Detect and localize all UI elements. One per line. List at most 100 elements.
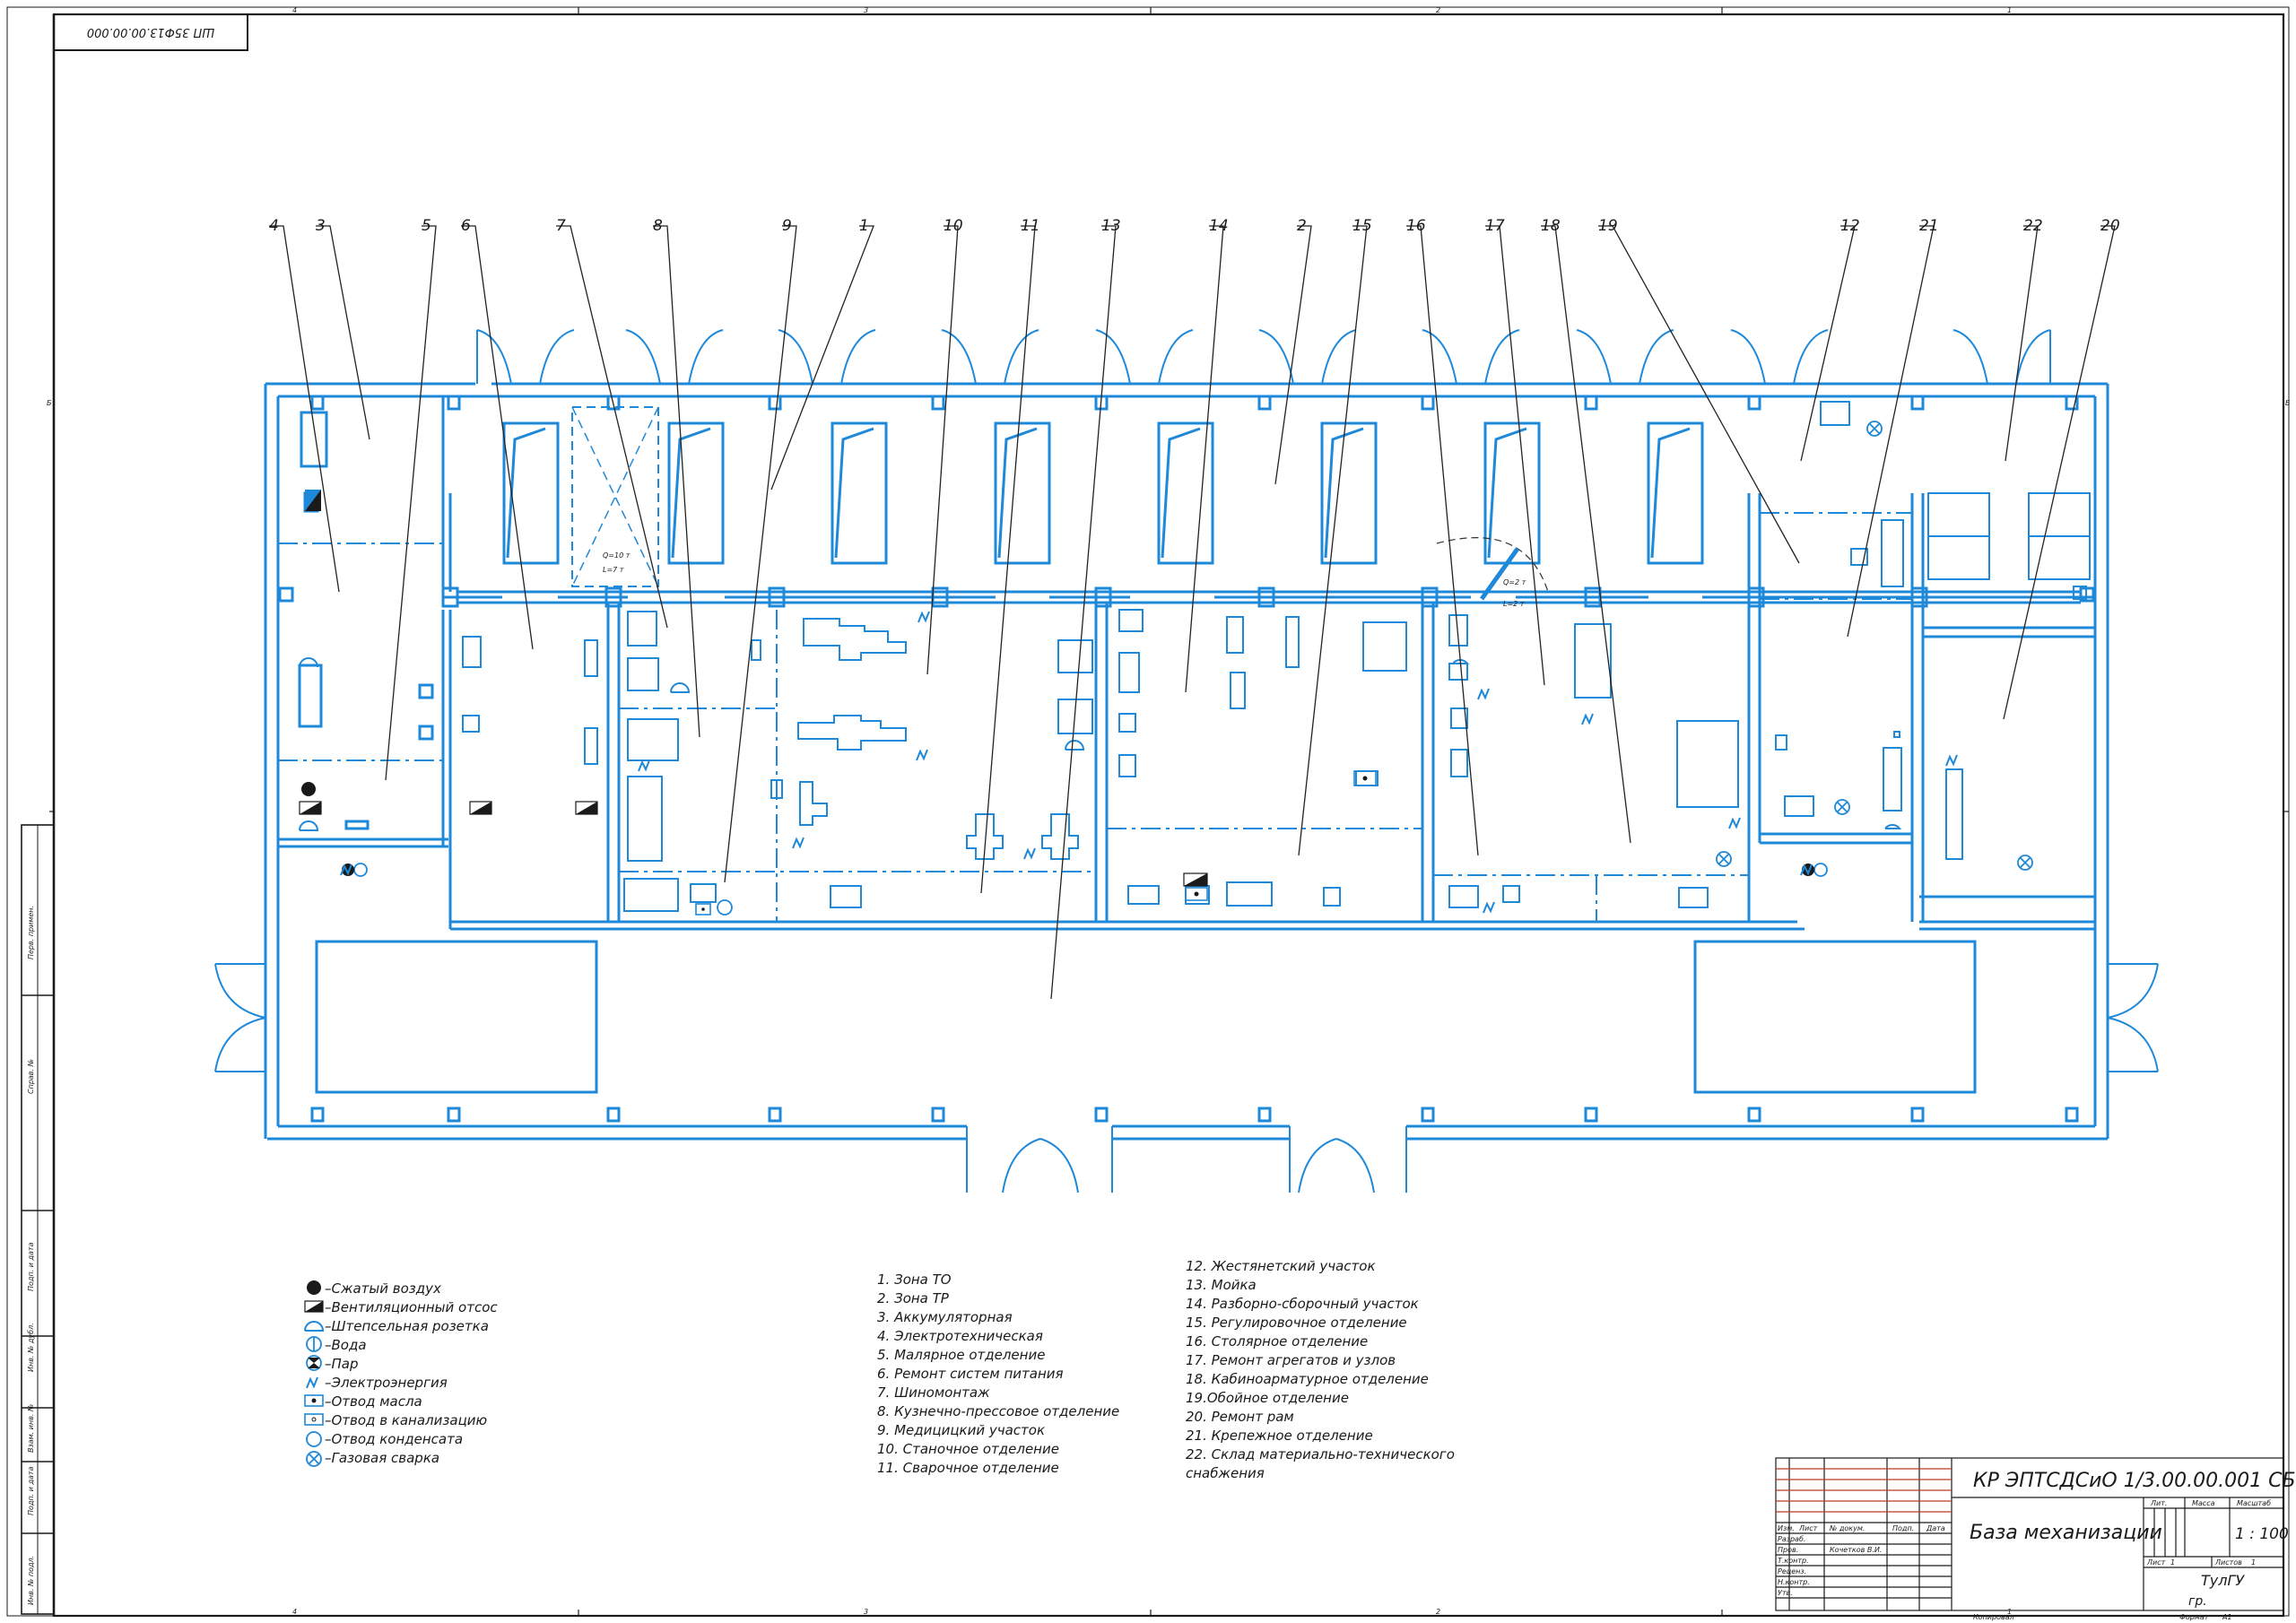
- svg-text:Q=10 т: Q=10 т: [603, 551, 631, 560]
- svg-text:–Сжатый воздух: –Сжатый воздух: [325, 1280, 441, 1297]
- svg-text:4: 4: [292, 1608, 297, 1616]
- svg-text:1. Зона ТО: 1. Зона ТО: [877, 1271, 952, 1288]
- drawing-designation: КР ЭПТСДСиО 1/3.00.00.001 СБ: [1973, 1470, 2296, 1492]
- svg-text:Масштаб: Масштаб: [2237, 1499, 2271, 1507]
- svg-text:Утв.: Утв.: [1778, 1589, 1793, 1597]
- svg-text:1: 1: [2170, 1558, 2175, 1567]
- svg-text:12: 12: [1840, 217, 1860, 235]
- svg-text:20. Ремонт рам: 20. Ремонт рам: [1186, 1409, 1294, 1425]
- svg-text:11. Сварочное отделение: 11. Сварочное отделение: [877, 1460, 1059, 1476]
- svg-text:14: 14: [1209, 217, 1229, 235]
- svg-text:15. Регулировочное отделение: 15. Регулировочное отделение: [1186, 1315, 1407, 1331]
- svg-text:Q=2 т: Q=2 т: [1503, 578, 1526, 586]
- svg-text:–Отвод в канализацию: –Отвод в канализацию: [325, 1412, 487, 1428]
- svg-text:Лит.: Лит.: [2150, 1499, 2167, 1507]
- svg-text:19: 19: [1598, 217, 1618, 235]
- svg-text:3. Аккумуляторная: 3. Аккумуляторная: [877, 1309, 1013, 1325]
- svg-text:Подп. и дата: Подп. и дата: [27, 1466, 35, 1515]
- svg-text:19.Обойное отделение: 19.Обойное отделение: [1186, 1390, 1349, 1406]
- drawing-sheet: 4 3 2 1 4 3 2 1 Б Б ШП 35Ф13.00.00.000 П…: [0, 0, 2296, 1623]
- svg-text:5. Малярное отделение: 5. Малярное отделение: [877, 1347, 1045, 1363]
- drawing-scale: 1 : 100: [2235, 1525, 2289, 1543]
- drawing-name: База механизации: [1970, 1522, 2162, 1544]
- svg-text:2: 2: [1436, 1608, 1440, 1616]
- svg-text:Масса: Масса: [2192, 1499, 2215, 1507]
- svg-text:L=2 т: L=2 т: [1503, 600, 1525, 608]
- svg-text:18: 18: [1541, 217, 1561, 235]
- svg-text:16. Столярное отделение: 16. Столярное отделение: [1186, 1333, 1368, 1350]
- svg-text:13. Мойка: 13. Мойка: [1186, 1277, 1257, 1293]
- svg-text:9. Медицицкий участок: 9. Медицицкий участок: [877, 1422, 1045, 1438]
- svg-text:16: 16: [1406, 217, 1426, 235]
- svg-text:Перв. примен.: Перв. примен.: [27, 906, 35, 959]
- svg-text:Н.контр.: Н.контр.: [1778, 1578, 1810, 1586]
- svg-text:1: 1: [859, 217, 869, 235]
- svg-text:8: 8: [653, 217, 663, 235]
- svg-text:4: 4: [292, 6, 297, 14]
- svg-text:2: 2: [1436, 6, 1440, 14]
- svg-text:3: 3: [864, 6, 868, 14]
- svg-text:10: 10: [944, 217, 963, 235]
- svg-text:Подп.: Подп.: [1892, 1524, 1914, 1532]
- svg-text:снабжения: снабжения: [1186, 1465, 1265, 1481]
- svg-text:№ докум.: № докум.: [1829, 1524, 1865, 1532]
- svg-text:Изм.: Изм.: [1778, 1524, 1795, 1532]
- svg-text:–Электроэнергия: –Электроэнергия: [325, 1375, 448, 1391]
- svg-text:Инв. № подл.: Инв. № подл.: [27, 1556, 35, 1605]
- svg-text:8. Кузнечно-прессовое отделени: 8. Кузнечно-прессовое отделение: [877, 1403, 1119, 1419]
- svg-text:17. Ремонт агрегатов и узлов: 17. Ремонт агрегатов и узлов: [1186, 1352, 1396, 1368]
- svg-text:Кочетков В.И.: Кочетков В.И.: [1830, 1546, 1882, 1554]
- svg-text:Разраб.: Разраб.: [1778, 1535, 1805, 1543]
- side-letter-left: Б: [47, 399, 52, 407]
- svg-text:13: 13: [1101, 217, 1121, 235]
- svg-text:12. Жестянетский участок: 12. Жестянетский участок: [1186, 1258, 1376, 1274]
- svg-text:4: 4: [269, 217, 279, 235]
- svg-text:–Вода: –Вода: [325, 1337, 367, 1353]
- organization: ТулГУ: [2201, 1572, 2245, 1589]
- svg-text:14. Разборно-сборочный участок: 14. Разборно-сборочный участок: [1186, 1296, 1419, 1312]
- svg-text:22. Склад материально-техничес: 22. Склад материально-технического: [1186, 1446, 1455, 1462]
- svg-text:6. Ремонт систем питания: 6. Ремонт систем питания: [877, 1366, 1064, 1382]
- svg-text:Лист: Лист: [2146, 1558, 2166, 1567]
- svg-text:17: 17: [1485, 217, 1505, 235]
- svg-text:Взам. инв. №: Взам. инв. №: [27, 1404, 35, 1453]
- svg-text:1: 1: [2251, 1558, 2256, 1567]
- svg-text:18. Кабиноарматурное отделение: 18. Кабиноарматурное отделение: [1186, 1371, 1429, 1387]
- svg-text:Копировал: Копировал: [1973, 1613, 2014, 1621]
- svg-text:–Штепсельная розетка: –Штепсельная розетка: [325, 1318, 489, 1334]
- svg-text:9: 9: [782, 217, 792, 235]
- svg-text:–Отвод конденсата: –Отвод конденсата: [325, 1431, 463, 1447]
- svg-text:А1: А1: [2222, 1613, 2232, 1621]
- svg-text:–Газовая сварка: –Газовая сварка: [325, 1450, 439, 1466]
- svg-text:2: 2: [1297, 217, 1307, 235]
- svg-text:4. Электротехническая: 4. Электротехническая: [877, 1328, 1043, 1344]
- svg-text:22: 22: [2023, 217, 2043, 235]
- svg-text:21: 21: [1919, 217, 1939, 235]
- svg-text:7: 7: [556, 217, 566, 235]
- svg-text:6: 6: [461, 217, 471, 235]
- svg-text:1: 1: [2007, 6, 2012, 14]
- svg-text:3: 3: [864, 1608, 868, 1616]
- svg-text:Пров.: Пров.: [1778, 1546, 1798, 1554]
- svg-text:10. Станочное отделение: 10. Станочное отделение: [877, 1441, 1059, 1457]
- compressed-air-icon: [307, 1280, 321, 1295]
- group-label: гр.: [2188, 1594, 2207, 1609]
- svg-text:Лист: Лист: [1798, 1524, 1818, 1532]
- svg-text:15: 15: [1352, 217, 1372, 235]
- svg-text:Т.контр.: Т.контр.: [1778, 1557, 1809, 1565]
- svg-text:Листов: Листов: [2214, 1558, 2242, 1567]
- svg-text:Дата: Дата: [1926, 1524, 1945, 1532]
- svg-text:Инв. № дубл.: Инв. № дубл.: [27, 1323, 35, 1372]
- svg-text:Подп. и дата: Подп. и дата: [27, 1242, 35, 1291]
- svg-text:7. Шиномонтаж: 7. Шиномонтаж: [877, 1384, 990, 1401]
- svg-text:2. Зона ТР: 2. Зона ТР: [877, 1290, 950, 1306]
- stamp-code: ШП 35Ф13.00.00.000: [87, 25, 214, 39]
- svg-text:Формат: Формат: [2179, 1613, 2209, 1621]
- side-letter-right: Б: [2285, 399, 2291, 407]
- svg-text:L=7 т: L=7 т: [603, 566, 624, 574]
- svg-text:–Отвод масла: –Отвод масла: [325, 1393, 422, 1410]
- svg-text:–Вентиляционный отсос: –Вентиляционный отсос: [325, 1299, 498, 1315]
- svg-text:11: 11: [1021, 217, 1040, 235]
- svg-text:3: 3: [316, 217, 326, 235]
- svg-text:Реценз.: Реценз.: [1778, 1567, 1806, 1575]
